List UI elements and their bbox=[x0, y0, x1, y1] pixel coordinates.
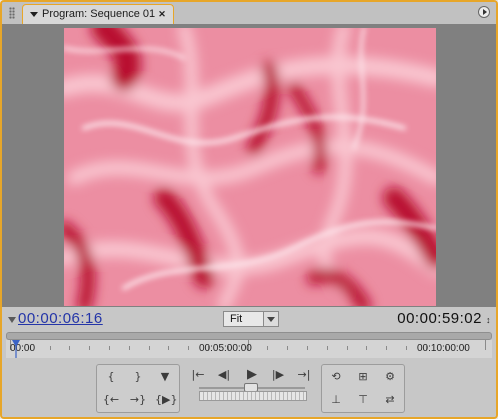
set-out-point-button[interactable]: } bbox=[128, 368, 148, 386]
go-to-out-point-button[interactable]: →} bbox=[128, 391, 148, 409]
safe-margins-button[interactable]: ⊞ bbox=[353, 368, 373, 386]
ruler-tick bbox=[109, 346, 110, 350]
duration-brackets-icon: ↕ bbox=[486, 315, 491, 325]
video-frame-image bbox=[64, 28, 436, 306]
program-monitor-panel: Program: Sequence 01 ✕ 00:00:06:16 Fit 0… bbox=[0, 0, 498, 419]
ruler-tick bbox=[366, 346, 368, 350]
video-frame bbox=[64, 28, 436, 306]
loop-button[interactable]: ⟲ bbox=[326, 368, 346, 386]
chevron-down-icon[interactable] bbox=[263, 312, 278, 326]
step-forward-button[interactable]: |▶ bbox=[268, 366, 288, 384]
zoom-select[interactable]: Fit bbox=[223, 311, 279, 327]
monitor-viewport bbox=[2, 24, 496, 307]
panel-grip-handle[interactable] bbox=[9, 7, 15, 19]
extract-button[interactable]: ⊤ bbox=[353, 391, 373, 409]
current-timecode[interactable]: 00:00:06:16 bbox=[18, 310, 103, 327]
transport-controls: { } ▼ {← →} {▶} |← ◀| ▶ |▶ →| ⟲ ⊞ ⚙ ⊥ ⊤ … bbox=[2, 358, 496, 417]
jog-disk[interactable] bbox=[199, 391, 307, 401]
ruler-tick bbox=[386, 346, 388, 350]
play-button[interactable]: ▶ bbox=[242, 366, 262, 384]
go-to-next-edit-button[interactable]: →| bbox=[294, 366, 314, 384]
timecode-row: 00:00:06:16 Fit 00:00:59:02 ↕ bbox=[2, 307, 496, 332]
lift-button[interactable]: ⊥ bbox=[326, 391, 346, 409]
ruler-tick bbox=[128, 346, 130, 350]
ruler-tick bbox=[148, 346, 150, 350]
ruler-tick bbox=[346, 346, 348, 350]
ruler-tick bbox=[267, 346, 269, 350]
zoom-select-value: Fit bbox=[230, 313, 243, 325]
go-to-previous-edit-button[interactable]: |← bbox=[188, 366, 208, 384]
marker-controls: { } ▼ {← →} {▶} bbox=[96, 364, 180, 413]
ruler-tick bbox=[168, 346, 170, 350]
ruler-tick bbox=[326, 346, 328, 350]
zoom-scrollbar[interactable] bbox=[6, 332, 492, 340]
tab-title: Program: Sequence 01 bbox=[42, 8, 156, 20]
edit-controls: ⟲ ⊞ ⚙ ⊥ ⊤ ⇄ bbox=[321, 364, 405, 413]
ruler-tick bbox=[69, 346, 71, 350]
tab-program-sequence[interactable]: Program: Sequence 01 ✕ bbox=[22, 4, 174, 24]
panel-menu-icon[interactable] bbox=[478, 6, 490, 18]
ruler-area[interactable]: 00:00 00:05:00:00 00:10:00:00 bbox=[6, 340, 492, 359]
ruler-tick bbox=[89, 346, 91, 350]
ruler-tick bbox=[49, 346, 51, 350]
playhead-icon[interactable] bbox=[12, 340, 20, 347]
trim-button[interactable]: ⇄ bbox=[380, 391, 400, 409]
play-in-to-out-button[interactable]: {▶} bbox=[155, 391, 177, 409]
ruler-label-mid: 00:05:00:00 bbox=[199, 343, 252, 354]
close-icon[interactable]: ✕ bbox=[157, 9, 167, 19]
output-button[interactable]: ⚙ bbox=[380, 368, 400, 386]
ruler-tick bbox=[307, 346, 308, 350]
chevron-down-icon[interactable] bbox=[30, 12, 38, 17]
ruler-tick bbox=[485, 340, 487, 350]
ruler-label-end: 00:10:00:00 bbox=[417, 343, 470, 354]
duration-timecode: 00:00:59:02 bbox=[397, 310, 482, 327]
step-back-button[interactable]: ◀| bbox=[214, 366, 234, 384]
ruler-tick bbox=[188, 346, 190, 350]
timecode-marker-icon bbox=[8, 317, 16, 323]
go-to-in-point-button[interactable]: {← bbox=[101, 391, 121, 409]
ruler-tick bbox=[287, 346, 289, 350]
ruler-tick bbox=[406, 346, 407, 350]
time-ruler[interactable]: 00:00 00:05:00:00 00:10:00:00 bbox=[6, 332, 492, 359]
panel-tab-bar: Program: Sequence 01 ✕ bbox=[2, 2, 496, 24]
set-in-point-button[interactable]: { bbox=[101, 368, 121, 386]
set-marker-button[interactable]: ▼ bbox=[155, 368, 175, 386]
